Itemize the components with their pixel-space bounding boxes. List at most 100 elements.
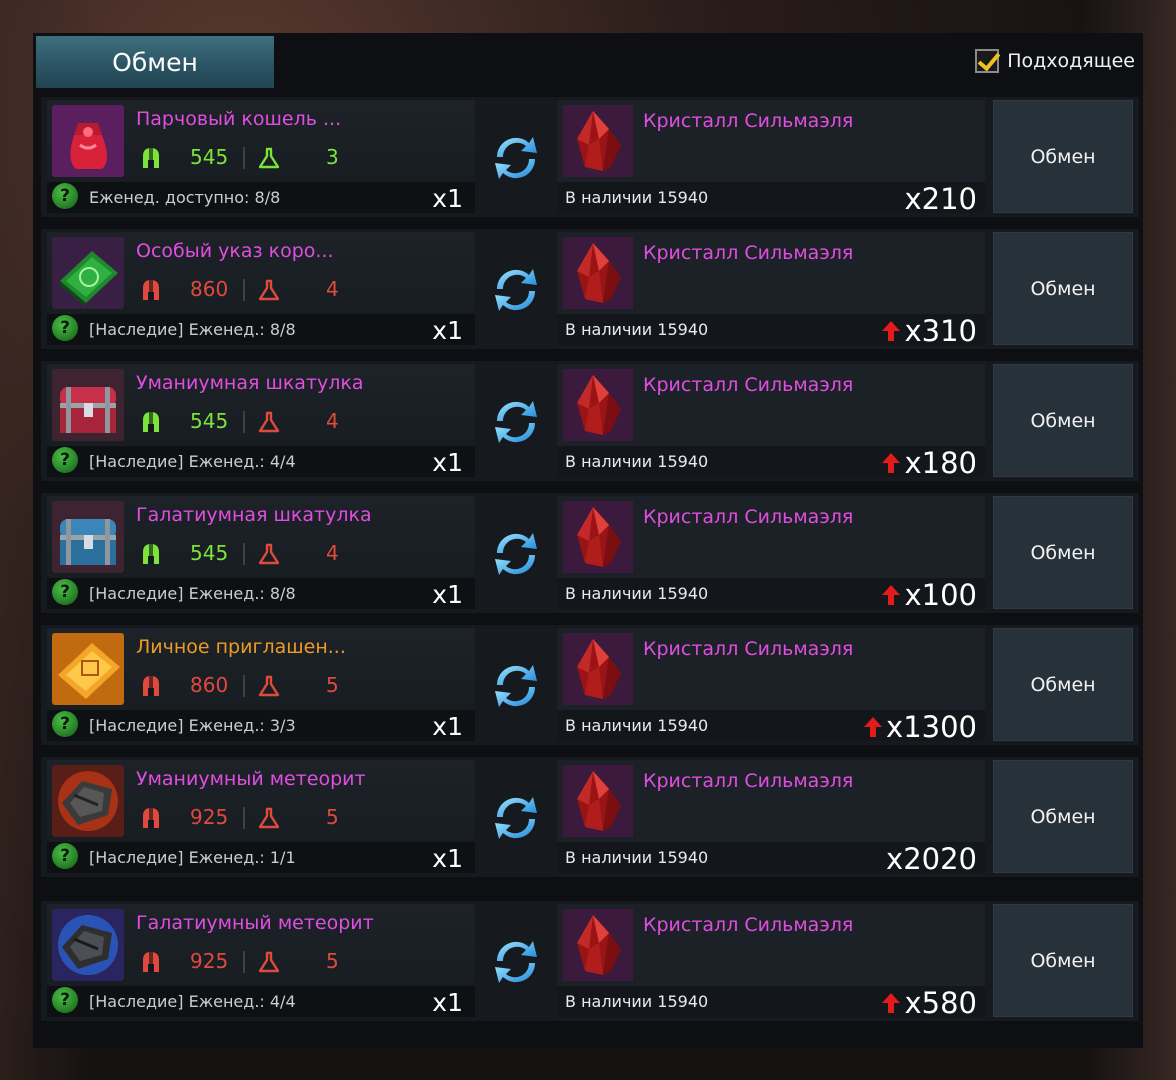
exchange-panel: Обмен Подходящее Парчовый кошель ... 545…	[33, 33, 1143, 1048]
offer-item-name: Галатиумная шкатулка	[136, 504, 372, 526]
offer-item-grade: 925	[190, 805, 229, 829]
reward-quantity-group: x180	[882, 446, 977, 480]
exchange-row: Уманиумная шкатулка 545 4 ? [Наследие] Е…	[41, 361, 1139, 481]
blue-chest-icon[interactable]	[52, 501, 124, 573]
red-crystal-icon[interactable]	[563, 765, 633, 837]
reward-quantity-group: x100	[882, 578, 977, 612]
offer-item-stats: 545 3	[136, 144, 386, 172]
exchange-button[interactable]: Обмен	[993, 496, 1133, 609]
offer-quantity: x1	[432, 712, 463, 741]
help-icon[interactable]: ?	[52, 315, 78, 341]
reward-quantity: x1300	[886, 710, 977, 744]
reward-item-footer: В наличии 15940 x310	[557, 314, 985, 348]
offer-item-stats: 545 4	[136, 408, 386, 436]
exchange-button[interactable]: Обмен	[993, 232, 1133, 345]
exchange-arrows-icon	[489, 527, 543, 581]
reward-item-footer: В наличии 15940 x2020	[557, 842, 985, 876]
reward-item-card[interactable]: Кристалл Сильмаэля В наличии 15940 x100	[557, 496, 985, 612]
offer-item-card[interactable]: Галатиумная шкатулка 545 4 ? [Наследие] …	[47, 496, 475, 609]
exchange-arrows-icon	[489, 791, 543, 845]
red-chest-icon[interactable]	[52, 369, 124, 441]
offer-item-grade: 860	[190, 277, 229, 301]
help-icon[interactable]: ?	[52, 843, 78, 869]
flask-icon	[257, 146, 281, 170]
exchange-arrows-icon	[489, 659, 543, 713]
reward-item-footer: В наличии 15940 x210	[557, 182, 985, 216]
red-crystal-icon[interactable]	[563, 369, 633, 441]
exchange-button[interactable]: Обмен	[993, 628, 1133, 741]
offer-item-tier: 3	[326, 145, 339, 169]
reward-item-footer: В наличии 15940 x580	[557, 986, 985, 1020]
help-icon[interactable]: ?	[52, 711, 78, 737]
exchange-button[interactable]: Обмен	[993, 100, 1133, 213]
offer-item-name: Уманиумная шкатулка	[136, 372, 364, 394]
offer-item-card[interactable]: Личное приглашен... 860 5 ? [Наследие] Е…	[47, 628, 475, 741]
reward-item-name: Кристалл Сильмаэля	[643, 638, 854, 660]
reward-quantity-group: x580	[882, 986, 977, 1020]
stock-count: В наличии 15940	[565, 848, 709, 867]
tab-exchange[interactable]: Обмен	[36, 36, 274, 88]
stat-divider	[243, 147, 245, 169]
stat-divider	[243, 675, 245, 697]
reward-quantity-group: x1300	[864, 710, 977, 744]
exchange-arrows-icon	[489, 263, 543, 317]
offer-item-tier: 5	[326, 673, 339, 697]
offer-item-card[interactable]: Галатиумный метеорит 925 5 ? [Наследие] …	[47, 904, 475, 1017]
reward-quantity: x180	[904, 446, 977, 480]
reward-item-card[interactable]: Кристалл Сильмаэля В наличии 15940 x2020	[557, 760, 985, 876]
exchange-arrows-icon	[489, 395, 543, 449]
red-crystal-icon[interactable]	[563, 633, 633, 705]
offer-item-footer: ? [Наследие] Еженед.: 1/1 x1	[47, 842, 475, 873]
helmet-icon	[140, 674, 162, 698]
blue-meteorite-icon[interactable]	[52, 909, 124, 981]
reward-item-card[interactable]: Кристалл Сильмаэля В наличии 15940 x1300	[557, 628, 985, 744]
reward-item-card[interactable]: Кристалл Сильмаэля В наличии 15940 x180	[557, 364, 985, 480]
red-crystal-icon[interactable]	[563, 237, 633, 309]
flask-icon	[257, 806, 281, 830]
reward-quantity: x210	[904, 182, 977, 216]
exchange-button[interactable]: Обмен	[993, 904, 1133, 1017]
help-icon[interactable]: ?	[52, 447, 78, 473]
increase-arrow-icon	[864, 710, 883, 744]
helmet-icon	[140, 542, 162, 566]
helmet-icon	[140, 806, 162, 830]
gold-invitation-icon[interactable]	[52, 633, 124, 705]
reward-quantity-group: x210	[904, 182, 977, 216]
help-icon[interactable]: ?	[52, 987, 78, 1013]
reward-item-card[interactable]: Кристалл Сильмаэля В наличии 15940 x310	[557, 232, 985, 348]
offer-item-card[interactable]: Уманиумная шкатулка 545 4 ? [Наследие] Е…	[47, 364, 475, 477]
stock-count: В наличии 15940	[565, 188, 709, 207]
reward-quantity: x2020	[886, 842, 977, 876]
reward-item-card[interactable]: Кристалл Сильмаэля В наличии 15940 x580	[557, 904, 985, 1020]
red-crystal-icon[interactable]	[563, 501, 633, 573]
offer-quantity: x1	[432, 580, 463, 609]
offer-item-card[interactable]: Парчовый кошель ... 545 3 ? Еженед. дост…	[47, 100, 475, 213]
fire-meteorite-icon[interactable]	[52, 765, 124, 837]
offer-item-card[interactable]: Уманиумный метеорит 925 5 ? [Наследие] Е…	[47, 760, 475, 873]
reward-item-footer: В наличии 15940 x100	[557, 578, 985, 612]
exchange-button[interactable]: Обмен	[993, 760, 1133, 873]
exchange-button[interactable]: Обмен	[993, 364, 1133, 477]
suitable-checkbox[interactable]	[975, 49, 1000, 73]
stat-divider	[243, 411, 245, 433]
offer-item-card[interactable]: Особый указ коро... 860 4 ? [Наследие] Е…	[47, 232, 475, 345]
offer-item-name: Особый указ коро...	[136, 240, 334, 262]
offer-item-footer: ? Еженед. доступно: 8/8 x1	[47, 182, 475, 213]
red-crystal-icon[interactable]	[563, 909, 633, 981]
offer-item-tier: 4	[326, 409, 339, 433]
red-crystal-icon[interactable]	[563, 105, 633, 177]
offer-item-grade: 860	[190, 673, 229, 697]
reward-item-name: Кристалл Сильмаэля	[643, 770, 854, 792]
reward-item-card[interactable]: Кристалл Сильмаэля В наличии 15940 x210	[557, 100, 985, 216]
help-icon[interactable]: ?	[52, 579, 78, 605]
green-decree-icon[interactable]	[52, 237, 124, 309]
offer-item-tier: 5	[326, 949, 339, 973]
suitable-filter[interactable]: Подходящее	[975, 49, 1135, 73]
reward-quantity: x310	[904, 314, 977, 348]
stock-count: В наличии 15940	[565, 584, 709, 603]
offer-item-footer: ? [Наследие] Еженед.: 4/4 x1	[47, 986, 475, 1017]
exchange-row: Галатиумная шкатулка 545 4 ? [Наследие] …	[41, 493, 1139, 613]
red-pouch-icon[interactable]	[52, 105, 124, 177]
help-icon[interactable]: ?	[52, 183, 78, 209]
weekly-limit: [Наследие] Еженед.: 4/4	[89, 992, 296, 1011]
